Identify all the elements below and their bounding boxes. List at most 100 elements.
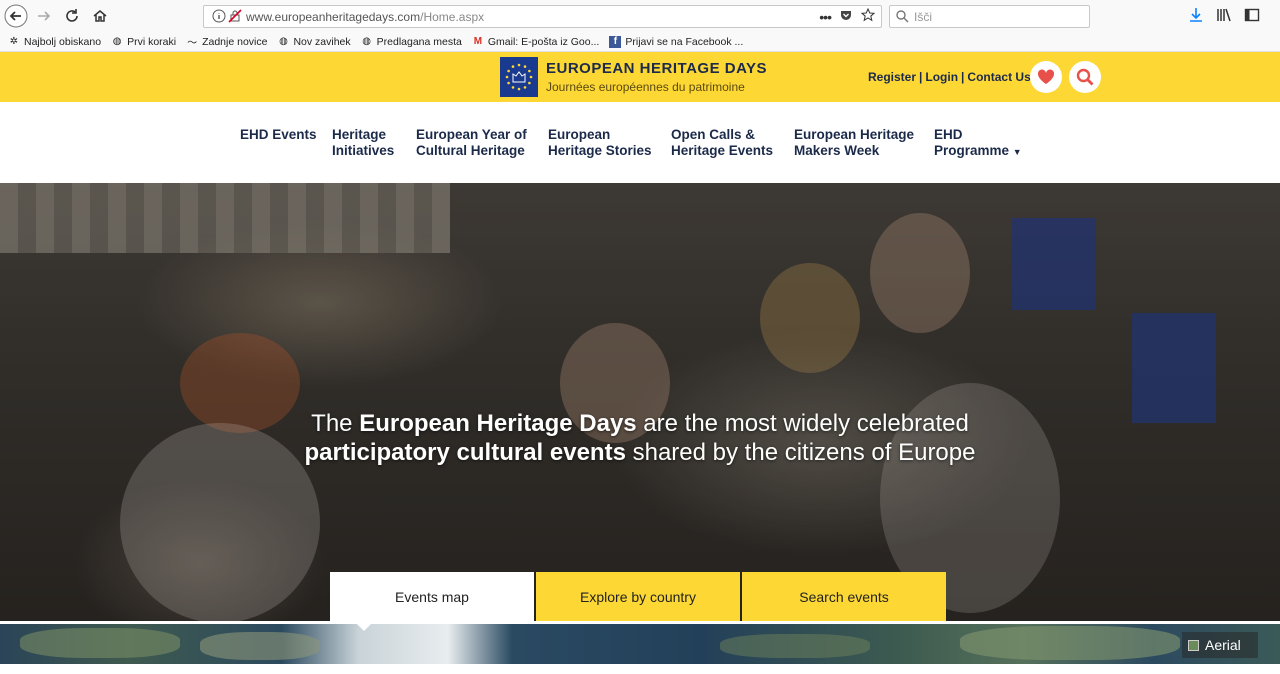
nav-item-heritage-stories[interactable]: European Heritage Stories (548, 127, 652, 159)
globe-icon: ◍ (362, 36, 372, 47)
nav-item-ehd-events[interactable]: EHD Events (240, 127, 317, 143)
page-actions-icon[interactable]: ••• (819, 9, 832, 25)
bookmark-item[interactable]: ◍ Nov zavihek (277, 35, 351, 48)
hero-text-part: The (311, 410, 360, 437)
tab-explore-by-country[interactable]: Explore by country (536, 572, 740, 621)
bookmark-item[interactable]: ✲ Najbolj obiskano (8, 36, 101, 48)
nav-label: Open Calls & (671, 127, 756, 142)
hero-photo-flag (1132, 313, 1216, 423)
account-links: Register | Login | Contact Us (868, 70, 1031, 84)
browser-toolbar: www.europeanheritagedays.com/Home.aspx •… (0, 0, 1280, 32)
map-land (20, 628, 180, 658)
back-button[interactable] (3, 3, 29, 29)
nav-item-open-calls[interactable]: Open Calls & Heritage Events (671, 127, 773, 159)
bookmark-item[interactable]: 〜 Zadnje novice (186, 35, 268, 50)
forward-arrow-icon (38, 11, 51, 21)
reload-button[interactable] (59, 3, 85, 29)
ehd-logo[interactable] (500, 57, 538, 97)
nav-label: EHD (934, 127, 963, 142)
map-land (200, 632, 320, 660)
nav-label: Cultural Heritage (416, 143, 525, 158)
active-tab-pointer (354, 621, 374, 631)
search-input[interactable]: Išči (889, 5, 1090, 28)
tab-events-map[interactable]: Events map (330, 572, 534, 631)
download-icon[interactable] (1188, 7, 1204, 28)
home-icon (93, 10, 107, 22)
tab-label: Search events (799, 588, 889, 605)
events-tabs: Events map Explore by country Search eve… (330, 572, 948, 631)
url-text: www.europeanheritagedays.com/Home.aspx (246, 10, 484, 24)
bookmark-label: Zadnje novice (202, 35, 268, 48)
hero-text-part: are the most widely celebrated (636, 410, 969, 437)
home-button[interactable] (87, 3, 113, 29)
nav-label: Heritage (332, 127, 387, 142)
bookmark-label: Prijavi se na Facebook ... (625, 35, 744, 48)
hero-photo-awning (0, 183, 450, 253)
map-layer-label: Aerial (1205, 637, 1241, 653)
bookmark-star-icon[interactable] (860, 7, 876, 25)
url-domain: www.europeanheritagedays.com (246, 9, 421, 24)
map-layer-toggle[interactable]: Aerial (1182, 632, 1258, 658)
nav-label: European Heritage (794, 127, 915, 142)
nav-label: EHD Events (240, 127, 317, 142)
facebook-icon: f (609, 35, 622, 48)
pocket-icon[interactable] (839, 8, 853, 25)
nav-label: Programme (934, 143, 1010, 158)
hero-photo-figure (870, 213, 970, 333)
bookmark-item[interactable]: ◍ Prvi koraki (111, 36, 176, 48)
login-link[interactable]: Login (925, 70, 958, 84)
bookmark-item[interactable]: M Gmail: E-pošta iz Goo... (472, 35, 600, 48)
search-icon (1076, 68, 1094, 86)
gmail-icon: M (473, 36, 483, 47)
nav-label: Initiatives (332, 143, 395, 158)
contact-us-link[interactable]: Contact Us (967, 70, 1030, 84)
hero-photo-flag (1012, 218, 1096, 310)
hero-text-bold: European Heritage Days (359, 410, 637, 437)
bookmark-label: Gmail: E-pošta iz Goo... (487, 35, 600, 48)
sidebar-icon[interactable] (1244, 7, 1260, 28)
map-land (960, 626, 1180, 660)
bookmark-label: Najbolj obiskano (24, 35, 102, 48)
bookmark-label: Prvi koraki (127, 35, 177, 48)
nav-label: Heritage Events (671, 143, 774, 158)
map-land (720, 634, 870, 658)
search-icon (896, 10, 909, 26)
favorites-button[interactable] (1030, 61, 1062, 93)
bookmark-item[interactable]: f Prijavi se na Facebook ... (609, 35, 744, 48)
nav-item-heritage-initiatives[interactable]: Heritage Initiatives (332, 127, 394, 159)
reload-icon (66, 9, 78, 22)
tab-label: Events map (395, 588, 469, 605)
site-header: EUROPEAN HERITAGE DAYS Journées européen… (0, 52, 1280, 102)
tab-label: Explore by country (580, 588, 696, 605)
bookmark-label: Nov zavihek (293, 35, 351, 48)
globe-icon: ◍ (279, 36, 288, 47)
info-icon[interactable] (212, 9, 226, 26)
site-search-button[interactable] (1069, 61, 1101, 93)
nav-item-makers-week[interactable]: European Heritage Makers Week (794, 127, 914, 159)
hero-tagline: The European Heritage Days are the most … (0, 409, 1280, 467)
hero-text-bold: participatory cultural events (304, 439, 626, 466)
hero-text-part: shared by the citizens of Europe (625, 439, 976, 466)
separator: | (961, 70, 965, 84)
bookmarks-bar: ✲ Najbolj obiskano ◍ Prvi koraki 〜 Zadnje n… (0, 32, 1280, 52)
nav-item-european-year[interactable]: European Year of Cultural Heritage (416, 127, 527, 159)
rss-icon: 〜 (187, 38, 198, 49)
bookmark-label: Predlagana mesta (376, 35, 462, 48)
forward-button[interactable] (31, 3, 57, 29)
site-title[interactable]: EUROPEAN HERITAGE DAYS (546, 60, 767, 77)
insecure-lock-icon[interactable] (228, 9, 242, 26)
events-map[interactable]: Aerial (0, 624, 1280, 664)
aerial-layer-icon (1188, 639, 1199, 651)
url-bar[interactable]: www.europeanheritagedays.com/Home.aspx •… (203, 5, 882, 28)
nav-label: European Year of (416, 127, 527, 142)
nav-item-ehd-programme[interactable]: EHD Programme ▼ (934, 127, 1022, 160)
nav-label: Makers Week (794, 143, 880, 158)
hero-photo-figure (760, 263, 860, 373)
bookmark-item[interactable]: ◍ Predlagana mesta (361, 36, 462, 48)
register-link[interactable]: Register (868, 70, 916, 84)
hero-banner: The European Heritage Days are the most … (0, 183, 1280, 621)
caret-down-icon: ▼ (1012, 147, 1022, 157)
tab-search-events[interactable]: Search events (742, 572, 946, 621)
library-icon[interactable] (1216, 7, 1232, 28)
main-navigation: EHD Events Heritage Initiatives European … (0, 102, 1280, 183)
